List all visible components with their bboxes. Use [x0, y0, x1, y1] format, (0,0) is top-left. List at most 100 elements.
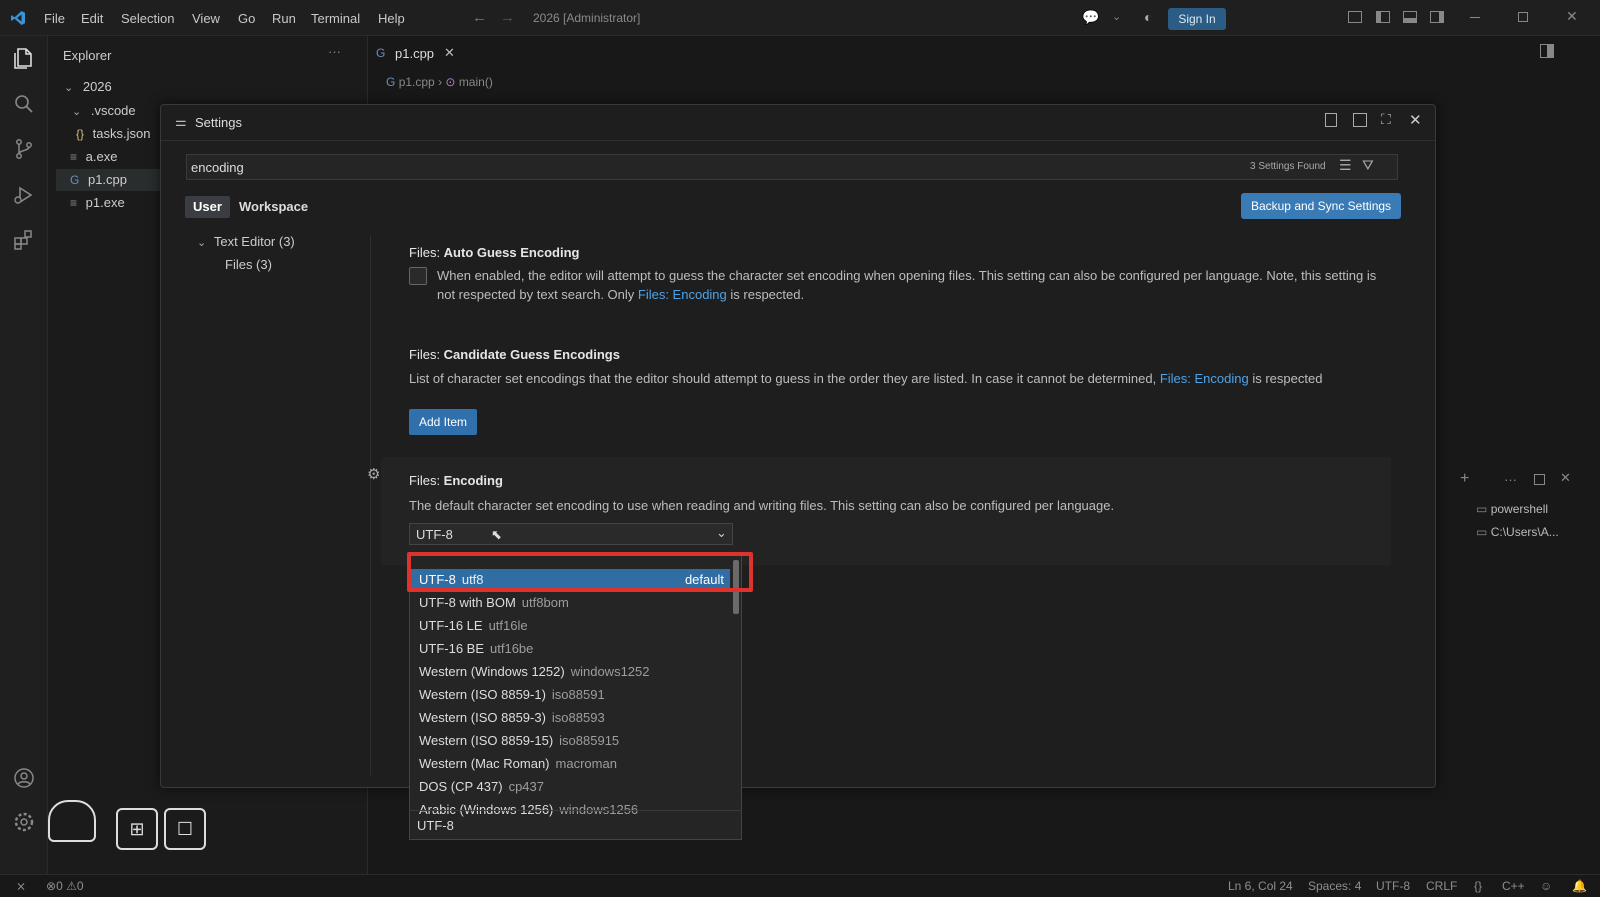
option-id: macroman: [555, 756, 617, 771]
indentation[interactable]: Spaces: 4: [1308, 879, 1361, 893]
accounts-circle-icon[interactable]: ◐: [1144, 9, 1152, 25]
option-macroman[interactable]: Western (Mac Roman) macroman: [410, 753, 730, 775]
menu-go[interactable]: Go: [238, 11, 255, 26]
layout-customize-icon[interactable]: [1348, 11, 1362, 23]
search-icon[interactable]: [12, 92, 36, 116]
more-actions-icon[interactable]: ···: [328, 44, 341, 59]
source-control-icon[interactable]: [12, 137, 36, 161]
cursor-position[interactable]: Ln 6, Col 24: [1228, 879, 1293, 893]
menu-terminal[interactable]: Terminal: [311, 11, 360, 26]
option-iso885915[interactable]: Western (ISO 8859-15) iso885915: [410, 730, 730, 752]
option-cp437[interactable]: DOS (CP 437) cp437: [410, 776, 730, 798]
folder-2026[interactable]: ⌄ 2026: [64, 79, 112, 94]
toc-files[interactable]: Files (3): [225, 257, 272, 272]
encoding-select[interactable]: UTF-8 ⌄: [409, 523, 733, 545]
toggle-secondary-sidebar-icon[interactable]: [1430, 11, 1444, 23]
toggle-panel-icon[interactable]: [1403, 11, 1417, 23]
account-icon[interactable]: [12, 766, 36, 790]
folder-vscode[interactable]: ⌄ .vscode: [72, 103, 136, 118]
option-id: utf8bom: [521, 595, 569, 610]
menu-run[interactable]: Run: [272, 11, 296, 26]
file-a-exe[interactable]: ≡ a.exe: [70, 149, 117, 164]
option-id: utf16le: [488, 618, 528, 633]
file-p1-exe[interactable]: ≡ p1.exe: [70, 195, 125, 210]
split-editor-icon[interactable]: [1540, 44, 1554, 58]
close-settings-icon[interactable]: ✕: [1409, 111, 1422, 129]
language-mode[interactable]: C++: [1502, 879, 1525, 893]
option-utf16be[interactable]: UTF-16 BE utf16be: [410, 638, 730, 660]
minimize-icon[interactable]: [1470, 17, 1480, 18]
option-utf16le[interactable]: UTF-16 LE utf16le: [410, 615, 730, 637]
files-encoding-link[interactable]: Files: Encoding: [1160, 371, 1249, 386]
notifications-bell-icon[interactable]: 🔔: [1572, 879, 1587, 893]
menu-selection[interactable]: Selection: [121, 11, 174, 26]
function-icon: ⊙: [445, 75, 456, 89]
open-settings-json-icon[interactable]: [1325, 113, 1337, 127]
back-arrow-icon[interactable]: ←: [472, 9, 487, 26]
file-p1-cpp[interactable]: G p1.cpp: [70, 172, 127, 187]
cpp-icon: G: [70, 173, 80, 187]
breadcrumb-symbol[interactable]: main(): [459, 75, 493, 89]
terminal-label: C:\Users\A...: [1490, 525, 1559, 539]
chevron-down-icon[interactable]: ⌄: [1112, 10, 1121, 23]
settings-header: ⚌ Settings ⛶ ✕: [161, 105, 1435, 141]
option-utf8bom[interactable]: UTF-8 with BOM utf8bom: [410, 592, 730, 614]
setting-gear-icon[interactable]: ⚙: [367, 465, 380, 483]
toc-text-editor[interactable]: ⌄ Text Editor (3): [197, 234, 295, 249]
terminal-item-powershell[interactable]: ▭ powershell: [1476, 502, 1548, 516]
close-tab-icon[interactable]: ✕: [444, 45, 455, 61]
breadcrumb-file[interactable]: p1.cpp: [399, 75, 435, 89]
settings-sliders-icon: ⚌: [175, 114, 187, 129]
desc-text: List of character set encodings that the…: [409, 371, 1160, 386]
forward-arrow-icon[interactable]: →: [500, 9, 515, 26]
backup-sync-button[interactable]: Backup and Sync Settings: [1241, 193, 1401, 219]
copilot-icon[interactable]: ☺: [1540, 879, 1552, 893]
problems-indicator[interactable]: ⊗0 ⚠0: [46, 879, 84, 893]
option-iso88593[interactable]: Western (ISO 8859-3) iso88593: [410, 707, 730, 729]
tab-user[interactable]: User: [185, 196, 230, 218]
editor-tab-p1-cpp[interactable]: G p1.cpp ✕: [368, 40, 462, 68]
explorer-files-icon[interactable]: [12, 46, 36, 70]
close-window-icon[interactable]: ✕: [1566, 8, 1578, 25]
menu-help[interactable]: Help: [378, 11, 405, 26]
more-actions-icon[interactable]: ···: [1504, 472, 1517, 487]
sign-in-button[interactable]: Sign In: [1168, 8, 1226, 30]
clear-filter-icon[interactable]: ☰: [1339, 157, 1352, 174]
close-panel-icon[interactable]: ✕: [1560, 470, 1571, 486]
terminal-icon: ▭: [1476, 525, 1488, 539]
new-terminal-icon[interactable]: +: [1460, 470, 1469, 488]
file-encoding[interactable]: UTF-8: [1376, 879, 1410, 893]
warning-icon: ⚠: [66, 879, 77, 893]
maximize-panel-icon[interactable]: [1534, 474, 1545, 485]
menu-edit[interactable]: Edit: [81, 11, 103, 26]
maximize-icon[interactable]: [1518, 12, 1528, 22]
select-value: UTF-8: [416, 527, 453, 542]
files-encoding-link[interactable]: Files: Encoding: [638, 287, 727, 302]
tab-label: p1.cpp: [395, 46, 435, 61]
braces-icon[interactable]: {}: [1474, 879, 1482, 893]
search-value: encoding: [191, 160, 244, 175]
option-windows1252[interactable]: Western (Windows 1252) windows1252: [410, 661, 730, 683]
tab-workspace[interactable]: Workspace: [231, 196, 316, 218]
remote-icon[interactable]: ⨯: [16, 879, 26, 893]
menu-file[interactable]: File: [44, 11, 65, 26]
open-in-editor-icon[interactable]: [1353, 113, 1367, 127]
terminal-item-cmd[interactable]: ▭ C:\Users\A...: [1476, 525, 1559, 539]
settings-search-input[interactable]: encoding 3 Settings Found ☰ ⛛: [186, 154, 1398, 180]
end-of-line[interactable]: CRLF: [1426, 879, 1457, 893]
fullscreen-icon[interactable]: ⛶: [1381, 111, 1391, 128]
error-count: 0: [56, 879, 63, 893]
filter-icon[interactable]: ⛛: [1362, 157, 1374, 174]
option-iso88591[interactable]: Western (ISO 8859-1) iso88591: [410, 684, 730, 706]
extensions-icon[interactable]: [12, 228, 36, 252]
menu-view[interactable]: View: [192, 11, 220, 26]
add-item-button[interactable]: Add Item: [409, 409, 477, 435]
file-tasks-json[interactable]: {} tasks.json: [76, 126, 150, 141]
auto-guess-checkbox[interactable]: [409, 267, 427, 285]
manage-gear-icon[interactable]: [12, 810, 36, 834]
copilot-chat-icon[interactable]: 💬: [1082, 9, 1099, 26]
run-debug-icon[interactable]: [12, 183, 36, 207]
chevron-down-icon: ⌄: [197, 237, 207, 249]
toggle-primary-sidebar-icon[interactable]: [1376, 11, 1390, 23]
setting-candidate-title: Files: Candidate Guess Encodings: [409, 347, 620, 362]
